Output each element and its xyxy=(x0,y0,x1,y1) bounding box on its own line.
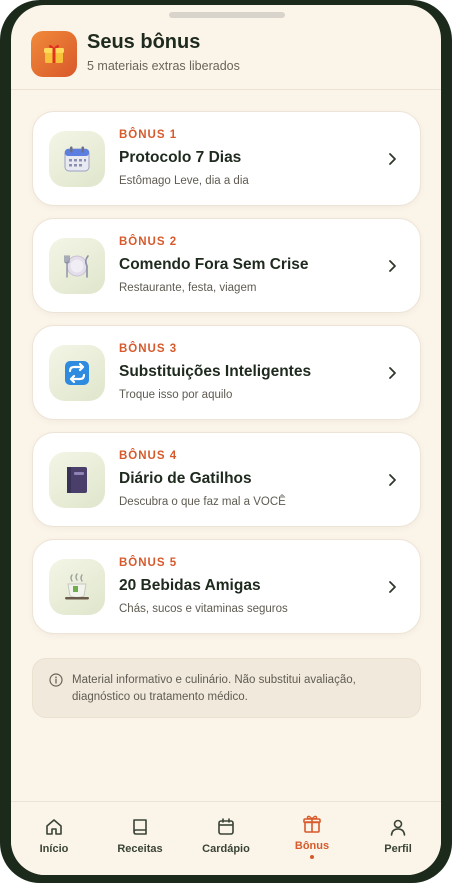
nav-item-perfil[interactable]: Perfil xyxy=(355,802,441,875)
bonus-description: Descubra o que faz mal a VOCÊ xyxy=(119,496,286,508)
app-screen: Seus bônus 5 materiais extras liberados xyxy=(11,5,441,875)
bonus-tag: BÔNUS 2 xyxy=(119,236,178,248)
swap-arrows-icon xyxy=(49,345,105,401)
user-icon xyxy=(390,819,406,836)
gift-icon xyxy=(303,815,321,833)
bonus-tag: BÔNUS 1 xyxy=(119,129,178,141)
nav-item-receitas[interactable]: Receitas xyxy=(97,802,183,875)
active-indicator-dot xyxy=(310,855,314,859)
chevron-right-icon xyxy=(389,474,396,486)
calendar-icon xyxy=(218,818,234,835)
bonus-title: Substituições Inteligentes xyxy=(119,363,312,380)
disclaimer-box: Material informativo e culinário. Não su… xyxy=(32,658,421,718)
bonus-tag: BÔNUS 3 xyxy=(119,343,178,355)
bonus-tag: BÔNUS 5 xyxy=(119,557,178,569)
page-subtitle: 5 materiais extras liberados xyxy=(87,59,240,73)
bonus-card-5[interactable]: BÔNUS 5 20 Bebidas Amigas Chás, sucos e … xyxy=(32,539,421,634)
bonus-title: Protocolo 7 Dias xyxy=(119,149,242,166)
home-icon xyxy=(46,819,62,835)
phone-frame: Seus bônus 5 materiais extras liberados xyxy=(0,0,452,883)
calendar-icon xyxy=(49,131,105,187)
bonus-description: Chás, sucos e vitaminas seguros xyxy=(119,603,288,615)
bonus-description: Restaurante, festa, viagem xyxy=(119,282,257,294)
page-header: Seus bônus 5 materiais extras liberados xyxy=(11,5,441,90)
bonus-card-4[interactable]: BÔNUS 4 Diário de Gatilhos Descubra o qu… xyxy=(32,432,421,527)
page-title: Seus bônus xyxy=(87,31,201,53)
bonus-card-1[interactable]: BÔNUS 1 Protocolo 7 Dias Estômago Leve, … xyxy=(32,111,421,206)
info-icon xyxy=(49,673,63,687)
bonus-title: Comendo Fora Sem Crise xyxy=(119,256,309,273)
nav-label: Cardápio xyxy=(202,843,250,855)
chevron-right-icon xyxy=(389,260,396,272)
bonus-description: Troque isso por aquilo xyxy=(119,389,233,401)
bonus-description: Estômago Leve, dia a dia xyxy=(119,175,249,187)
nav-item-inicio[interactable]: Início xyxy=(11,802,97,875)
chevron-right-icon xyxy=(389,153,396,165)
nav-item-bonus[interactable]: Bônus xyxy=(269,802,355,875)
notebook-icon xyxy=(49,452,105,508)
bonus-title: 20 Bebidas Amigas xyxy=(119,577,261,594)
bottom-nav: Início Receitas Cardápio Bônus Perfil xyxy=(11,801,441,875)
plate-cutlery-icon xyxy=(49,238,105,294)
book-icon xyxy=(133,819,147,835)
disclaimer-text: Material informativo e culinário. Não su… xyxy=(72,674,356,703)
nav-label: Perfil xyxy=(384,843,412,855)
nav-item-cardapio[interactable]: Cardápio xyxy=(183,802,269,875)
chevron-right-icon xyxy=(389,367,396,379)
nav-label: Receitas xyxy=(117,843,163,855)
gift-icon xyxy=(31,31,77,77)
chevron-right-icon xyxy=(389,581,396,593)
bonus-card-2[interactable]: BÔNUS 2 Comendo Fora Sem Crise Restauran… xyxy=(32,218,421,313)
nav-label: Início xyxy=(39,843,69,855)
bonus-card-3[interactable]: BÔNUS 3 Substituições Inteligentes Troqu… xyxy=(32,325,421,420)
bonus-tag: BÔNUS 4 xyxy=(119,450,178,462)
hot-tea-icon xyxy=(49,559,105,615)
nav-label: Bônus xyxy=(294,840,330,852)
bonus-title: Diário de Gatilhos xyxy=(119,470,252,487)
